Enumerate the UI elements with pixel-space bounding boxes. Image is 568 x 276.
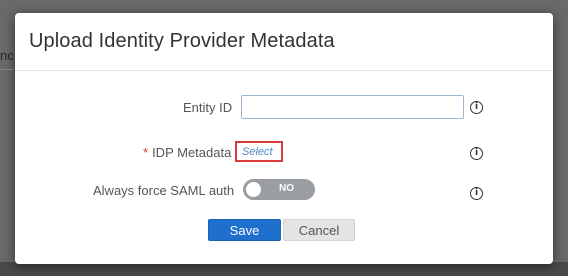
dialog-title: Upload Identity Provider Metadata — [29, 30, 335, 52]
entity-id-info-icon[interactable]: i — [470, 101, 483, 114]
dialog-header: Upload Identity Provider Metadata — [15, 13, 553, 71]
toggle-knob — [246, 182, 261, 197]
cancel-button[interactable]: Cancel — [283, 219, 355, 241]
select-metadata-link[interactable]: Select — [242, 146, 273, 158]
toggle-state-text: NO — [279, 183, 294, 194]
entity-id-label: Entity ID — [183, 100, 233, 115]
force-saml-info-icon[interactable]: i — [470, 187, 483, 200]
idp-metadata-label-text: IDP Metadata — [152, 145, 232, 160]
force-saml-toggle[interactable]: NO — [243, 179, 315, 200]
background-divider — [0, 69, 14, 70]
idp-metadata-label: * IDP Metadata — [143, 145, 231, 160]
upload-metadata-dialog: Upload Identity Provider Metadata Entity… — [15, 13, 553, 264]
entity-id-input[interactable] — [241, 95, 464, 119]
idp-metadata-info-icon[interactable]: i — [470, 147, 483, 160]
backdrop-bottom-strip — [0, 262, 568, 276]
background-partial-text: nc — [0, 48, 14, 63]
save-button[interactable]: Save — [208, 219, 281, 241]
required-asterisk: * — [143, 145, 149, 160]
force-saml-label: Always force SAML auth — [93, 183, 235, 198]
